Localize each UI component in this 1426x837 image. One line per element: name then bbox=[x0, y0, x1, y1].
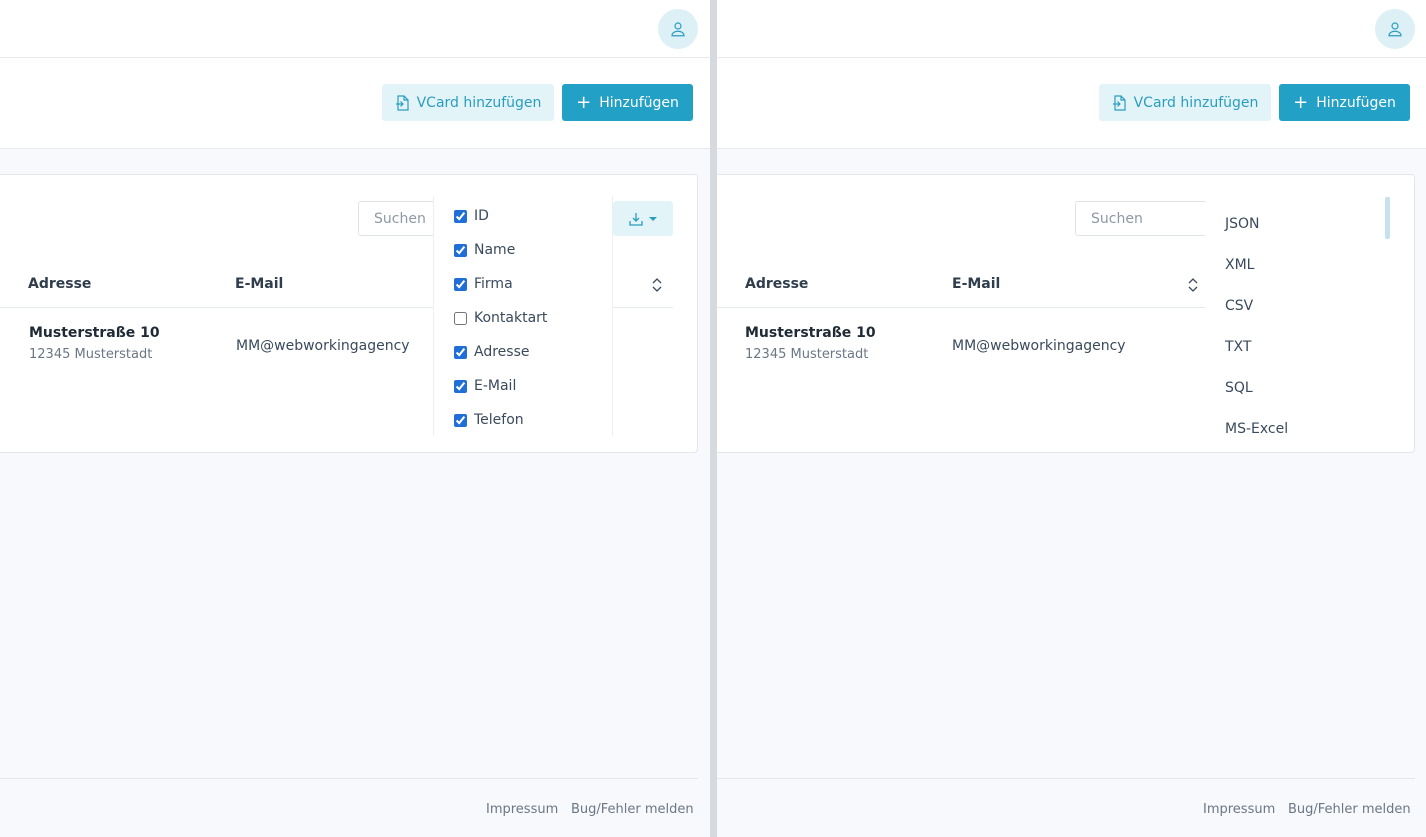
export-txt[interactable]: TXT bbox=[1225, 339, 1251, 355]
top-bar bbox=[0, 0, 710, 58]
column-toggle-adresse[interactable]: Adresse bbox=[454, 341, 529, 363]
header-address[interactable]: Adresse bbox=[28, 276, 91, 292]
column-toggle-id[interactable]: ID bbox=[454, 205, 489, 227]
column-checkbox-id[interactable] bbox=[454, 209, 467, 223]
export-dropdown-button[interactable] bbox=[613, 201, 673, 236]
export-format-menu: JSON XML CSV TXT SQL MS-Excel bbox=[1205, 196, 1391, 437]
row-street: Musterstraße 10 bbox=[29, 325, 160, 341]
search-input[interactable]: Suchen bbox=[1075, 201, 1215, 236]
column-toggle-telefon[interactable]: Telefon bbox=[454, 409, 524, 431]
sort-icon[interactable] bbox=[651, 277, 663, 293]
plus-icon: + bbox=[576, 91, 592, 113]
user-icon bbox=[671, 22, 685, 37]
column-toggle-name[interactable]: Name bbox=[454, 239, 515, 261]
imprint-link[interactable]: Impressum bbox=[486, 802, 558, 817]
vcard-add-button[interactable]: VCard hinzufügen bbox=[382, 84, 554, 121]
right-pane: VCard hinzufügen + Hinzufügen Suchen Adr… bbox=[717, 0, 1426, 837]
column-checkbox-email[interactable] bbox=[454, 379, 467, 393]
column-label: Kontaktart bbox=[474, 310, 548, 326]
export-sql[interactable]: SQL bbox=[1225, 380, 1253, 396]
column-label: Telefon bbox=[474, 412, 524, 428]
column-label: ID bbox=[474, 208, 489, 224]
column-toggle-email[interactable]: E-Mail bbox=[454, 375, 516, 397]
vcard-add-button[interactable]: VCard hinzufügen bbox=[1099, 84, 1271, 121]
row-email: MM@webworkingagency bbox=[952, 338, 1126, 354]
header-address[interactable]: Adresse bbox=[745, 276, 808, 292]
header-email[interactable]: E-Mail bbox=[952, 276, 1000, 292]
header-divider bbox=[717, 307, 1205, 308]
add-label: Hinzufügen bbox=[599, 94, 679, 111]
column-checkbox-telefon[interactable] bbox=[454, 413, 467, 427]
row-street: Musterstraße 10 bbox=[745, 325, 876, 341]
top-bar bbox=[717, 0, 1426, 58]
user-avatar[interactable] bbox=[1375, 9, 1415, 49]
row-city: 12345 Musterstadt bbox=[745, 347, 869, 362]
download-icon bbox=[629, 212, 643, 226]
imprint-link[interactable]: Impressum bbox=[1203, 802, 1275, 817]
column-toggle-kontaktart[interactable]: Kontaktart bbox=[454, 307, 547, 329]
export-csv[interactable]: CSV bbox=[1225, 298, 1253, 314]
action-bar: VCard hinzufügen + Hinzufügen bbox=[0, 58, 710, 149]
chevron-down-icon bbox=[649, 216, 657, 221]
add-button[interactable]: + Hinzufügen bbox=[1279, 84, 1410, 121]
action-bar: VCard hinzufügen + Hinzufügen bbox=[717, 58, 1426, 149]
sort-icon[interactable] bbox=[1187, 277, 1199, 293]
row-city: 12345 Musterstadt bbox=[29, 347, 153, 362]
file-import-icon bbox=[395, 94, 409, 111]
export-json[interactable]: JSON bbox=[1225, 216, 1260, 232]
row-email: MM@webworkingagency bbox=[236, 338, 410, 354]
bug-report-link[interactable]: Bug/Fehler melden bbox=[571, 802, 694, 817]
column-checkbox-adresse[interactable] bbox=[454, 345, 467, 359]
file-import-icon bbox=[1112, 94, 1126, 111]
split-divider[interactable] bbox=[710, 0, 717, 837]
column-label: Adresse bbox=[474, 344, 530, 360]
add-button[interactable]: + Hinzufügen bbox=[562, 84, 693, 121]
left-pane: VCard hinzufügen + Hinzufügen Suchen Adr… bbox=[0, 0, 710, 837]
column-checkbox-firma[interactable] bbox=[454, 277, 467, 291]
user-avatar[interactable] bbox=[658, 9, 698, 49]
add-label: Hinzufügen bbox=[1316, 94, 1396, 111]
header-email[interactable]: E-Mail bbox=[235, 276, 283, 292]
column-label: E-Mail bbox=[474, 378, 517, 394]
export-xml[interactable]: XML bbox=[1225, 257, 1254, 273]
column-label: Firma bbox=[474, 276, 513, 292]
footer-divider bbox=[0, 778, 698, 779]
column-label: Name bbox=[474, 242, 516, 258]
footer-divider bbox=[717, 778, 1415, 779]
column-toggle-menu: ID Name Firma Kontaktart Adresse E-Mail … bbox=[433, 196, 613, 436]
search-placeholder: Suchen bbox=[1091, 210, 1143, 227]
menu-scrollbar[interactable] bbox=[1385, 197, 1390, 239]
export-ms-excel[interactable]: MS-Excel bbox=[1225, 421, 1288, 437]
bug-report-link[interactable]: Bug/Fehler melden bbox=[1288, 802, 1411, 817]
column-toggle-firma[interactable]: Firma bbox=[454, 273, 513, 295]
plus-icon: + bbox=[1293, 91, 1309, 113]
vcard-add-label: VCard hinzufügen bbox=[1133, 94, 1259, 111]
user-icon bbox=[1388, 22, 1402, 37]
column-checkbox-name[interactable] bbox=[454, 243, 467, 257]
search-placeholder: Suchen bbox=[374, 210, 426, 227]
vcard-add-label: VCard hinzufügen bbox=[416, 94, 542, 111]
column-checkbox-kontaktart[interactable] bbox=[454, 311, 467, 325]
